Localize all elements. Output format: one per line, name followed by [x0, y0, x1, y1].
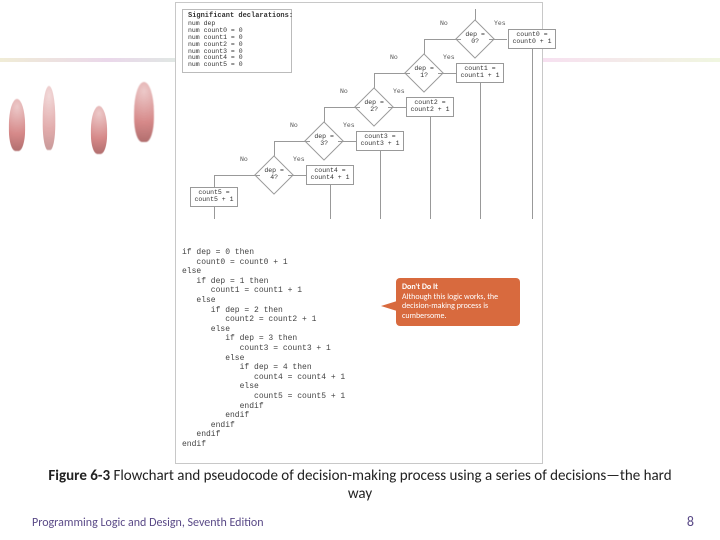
- action-count3: count3 = count3 + 1: [356, 131, 404, 151]
- label-no: No: [390, 55, 398, 62]
- action-count0: count0 = count0 + 1: [508, 29, 556, 49]
- declarations-box: Significant declarations: num dep num co…: [182, 9, 292, 73]
- action-count5: count5 = count5 + 1: [190, 187, 238, 207]
- decorative-stain: [43, 86, 56, 150]
- callout-body: Although this logic works, the decision-…: [402, 292, 498, 320]
- label-yes: Yes: [293, 157, 305, 164]
- warning-callout: Don't Do It Although this logic works, t…: [396, 278, 520, 326]
- figure-caption: Figure 6-3 Flowchart and pseudocode of d…: [0, 467, 720, 503]
- figure-label: Figure 6-3: [48, 467, 110, 485]
- label-yes: Yes: [393, 89, 405, 96]
- label-no: No: [240, 157, 248, 164]
- action-count4: count4 = count4 + 1: [306, 165, 354, 185]
- label-no: No: [340, 89, 348, 96]
- pseudocode-block: if dep = 0 then count0 = count0 + 1 else…: [182, 248, 382, 449]
- decorative-stain: [134, 82, 154, 142]
- label-yes: Yes: [494, 21, 506, 28]
- declarations-header: Significant declarations:: [188, 13, 286, 20]
- label-yes: Yes: [343, 123, 355, 130]
- decorative-stain: [9, 99, 25, 151]
- page-number: 8: [687, 513, 694, 530]
- callout-arrow-icon: [381, 301, 397, 311]
- footer-source: Programming Logic and Design, Seventh Ed…: [32, 516, 264, 530]
- declarations-lines: num dep num count0 = 0 num count1 = 0 nu…: [188, 21, 286, 69]
- flowchart: Significant declarations: num dep num co…: [176, 3, 542, 243]
- label-no: No: [290, 123, 298, 130]
- action-count2: count2 = count2 + 1: [406, 97, 454, 117]
- callout-title: Don't Do It: [402, 283, 514, 292]
- figure-frame: Significant declarations: num dep num co…: [175, 2, 543, 464]
- label-yes: Yes: [443, 55, 455, 62]
- action-count1: count1 = count1 + 1: [456, 63, 504, 83]
- label-no: No: [440, 21, 448, 28]
- figure-caption-text: Flowchart and pseudocode of decision-mak…: [113, 467, 671, 503]
- decorative-stain: [91, 106, 107, 154]
